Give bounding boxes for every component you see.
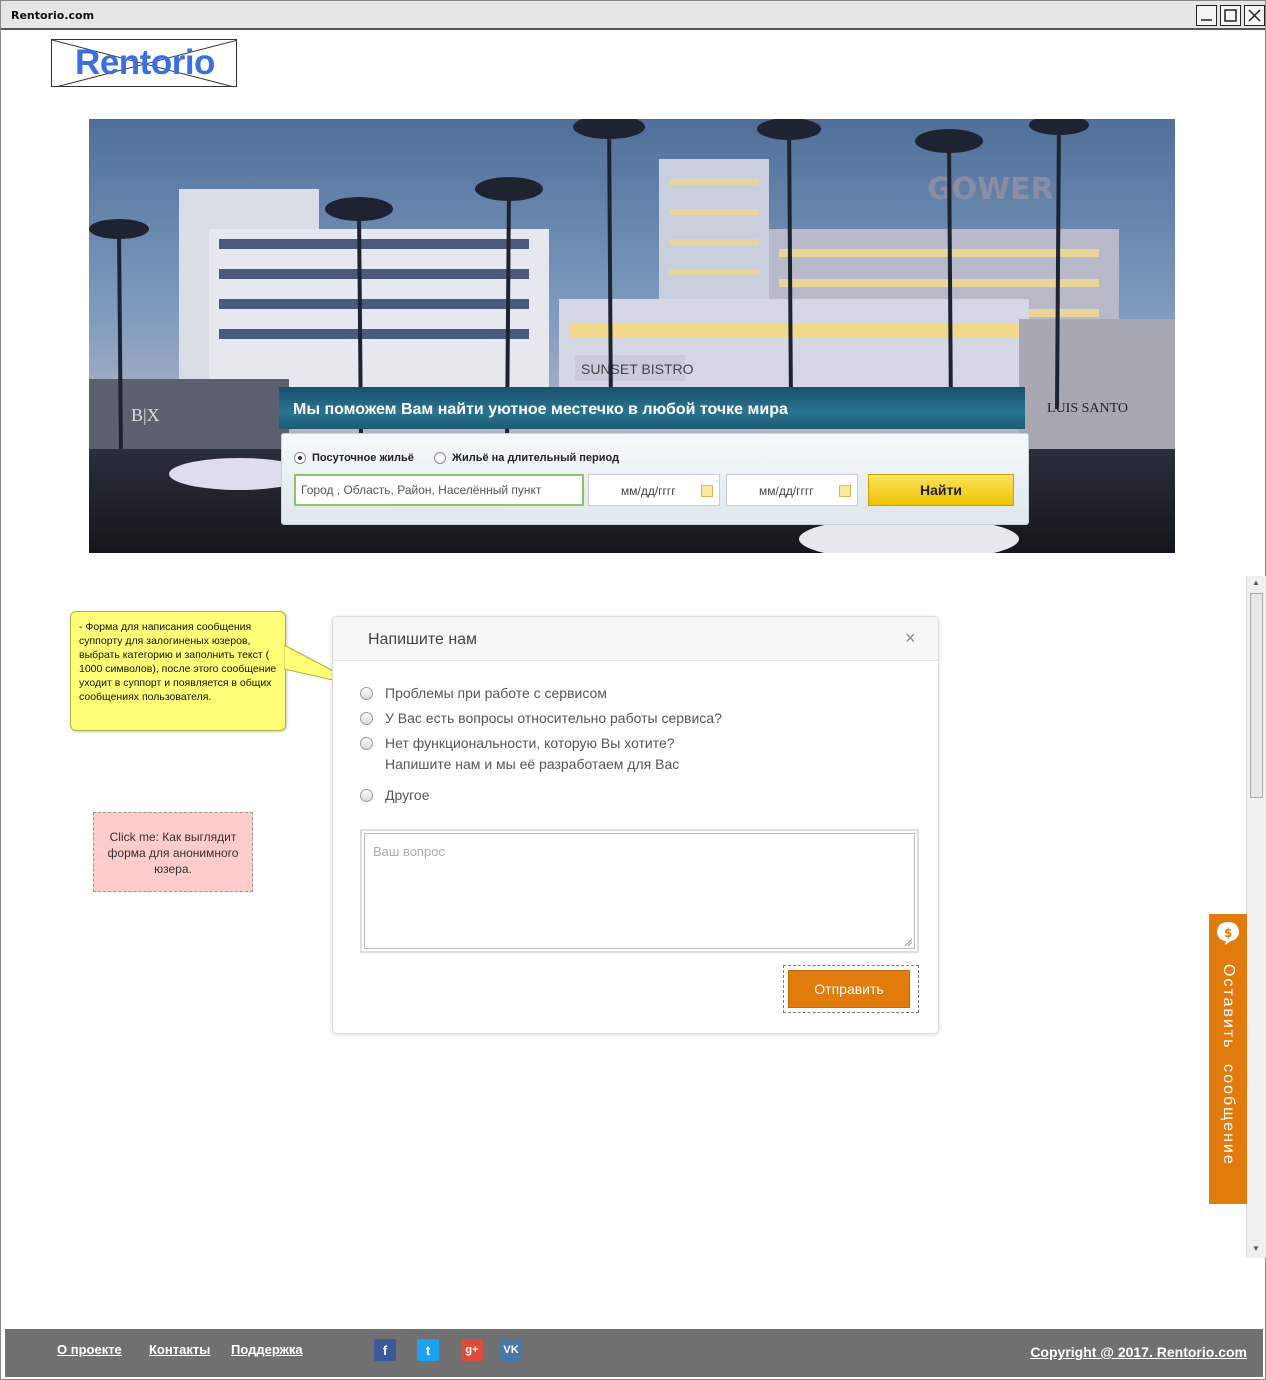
radio-daily-control[interactable]	[294, 452, 306, 464]
modal-title: Напишите нам	[368, 631, 478, 648]
find-button[interactable]: Найти	[868, 474, 1014, 506]
leave-message-tab[interactable]: $ Оставить сообщение	[1209, 914, 1247, 1204]
category-option-feature[interactable]: Нет функциональности, которую Вы хотите?…	[360, 733, 679, 775]
page-footer: О проекте Контакты Поддержка f t g+ VK C…	[5, 1329, 1263, 1377]
submit-button[interactable]: Отправить	[788, 970, 910, 1008]
submit-button-focus-ring: Отправить	[783, 965, 919, 1013]
facebook-icon[interactable]: f	[374, 1339, 396, 1361]
option-label: Другое	[385, 787, 430, 803]
radio-long-term-label: Жильё на длительный период	[452, 452, 620, 464]
twitter-icon[interactable]: t	[417, 1339, 439, 1361]
category-option-problems[interactable]: Проблемы при работе с сервисом	[360, 683, 607, 704]
radio-daily-label: Посуточное жильё	[312, 452, 414, 464]
maximize-button[interactable]	[1220, 5, 1241, 26]
vk-icon[interactable]: VK	[500, 1339, 522, 1361]
scroll-down-arrow-icon[interactable]: ▼	[1252, 1244, 1260, 1253]
option-label: Проблемы при работе с сервисом	[385, 685, 607, 701]
page-scrollbar[interactable]: ▲ ▼	[1246, 576, 1266, 1258]
annotation-note-pink[interactable]: Click me: Как выглядит форма для анонимн…	[93, 812, 253, 892]
modal-close-icon[interactable]: ×	[905, 628, 916, 649]
logo-text: Rentorio	[75, 43, 215, 82]
option-label: У Вас есть вопросы относительно работы с…	[385, 710, 722, 726]
date-to-input[interactable]: мм/дд/гггг	[726, 474, 858, 506]
maximize-icon	[1224, 9, 1237, 22]
footer-copyright[interactable]: Copyright @ 2017. Rentorio.com	[1030, 1344, 1247, 1360]
modal-header: Напишите нам ×	[333, 617, 938, 661]
svg-text:SUNSET BISTRO: SUNSET BISTRO	[581, 361, 694, 377]
radio-control[interactable]	[360, 737, 373, 750]
option-label: Нет функциональности, которую Вы хотите?	[385, 735, 675, 751]
date-to-value: мм/дд/гггг	[759, 484, 814, 498]
search-heading: Мы поможем Вам найти уютное местечко в л…	[293, 401, 788, 418]
svg-text:B|X: B|X	[131, 405, 160, 425]
minimize-button[interactable]	[1196, 5, 1217, 26]
google-plus-icon[interactable]: g+	[461, 1339, 483, 1361]
date-from-input[interactable]: мм/дд/гггг	[588, 474, 720, 506]
scroll-up-arrow-icon[interactable]: ▲	[1252, 578, 1260, 587]
close-icon	[1248, 9, 1261, 22]
radio-long-term[interactable]: Жильё на длительный период	[434, 452, 619, 464]
category-option-other[interactable]: Другое	[360, 785, 429, 806]
category-option-questions[interactable]: У Вас есть вопросы относительно работы с…	[360, 708, 722, 729]
svg-text:GOWER: GOWER	[927, 172, 1054, 207]
leave-message-label: Оставить сообщение	[1220, 964, 1237, 1166]
browser-window: Rentorio.com Rentorio GOWER SUNSET BISTR…	[0, 0, 1266, 1380]
question-textarea[interactable]: Ваш вопрос	[360, 829, 919, 953]
window-titlebar: Rentorio.com	[1, 1, 1265, 30]
footer-link-support[interactable]: Поддержка	[231, 1342, 303, 1357]
option-sublabel: Напишите нам и мы её разработаем для Вас	[385, 756, 680, 772]
radio-control[interactable]	[360, 789, 373, 802]
search-form: Посуточное жильё Жильё на длительный пер…	[281, 433, 1029, 525]
radio-daily[interactable]: Посуточное жильё	[294, 452, 414, 464]
close-window-button[interactable]	[1244, 5, 1265, 26]
footer-link-about[interactable]: О проекте	[57, 1342, 122, 1357]
radio-control[interactable]	[360, 712, 373, 725]
resize-grip-icon[interactable]	[904, 938, 912, 946]
calendar-icon[interactable]	[839, 485, 851, 497]
radio-long-term-control[interactable]	[434, 452, 446, 464]
svg-text:LUIS SANTO: LUIS SANTO	[1047, 401, 1128, 416]
chat-bubble-icon: $	[1217, 922, 1239, 945]
date-from-value: мм/дд/гггг	[621, 484, 676, 498]
minimize-icon	[1201, 19, 1212, 21]
radio-control[interactable]	[360, 687, 373, 700]
footer-link-contacts[interactable]: Контакты	[149, 1342, 210, 1357]
city-input[interactable]: Город , Область, Район, Населённый пункт	[294, 474, 584, 506]
scrollbar-thumb[interactable]	[1250, 593, 1263, 798]
search-panel: Мы поможем Вам найти уютное местечко в л…	[279, 387, 1031, 529]
window-title: Rentorio.com	[11, 9, 95, 22]
annotation-note-yellow: - Форма для написания сообщения суппорту…	[70, 611, 286, 731]
search-heading-bar: Мы поможем Вам найти уютное местечко в л…	[279, 387, 1025, 429]
calendar-icon[interactable]	[701, 485, 713, 497]
question-placeholder[interactable]: Ваш вопрос	[364, 833, 915, 949]
svg-text:$: $	[1224, 926, 1232, 940]
contact-modal: Напишите нам × Проблемы при работе с сер…	[332, 616, 939, 1034]
site-logo[interactable]: Rentorio	[51, 39, 237, 87]
